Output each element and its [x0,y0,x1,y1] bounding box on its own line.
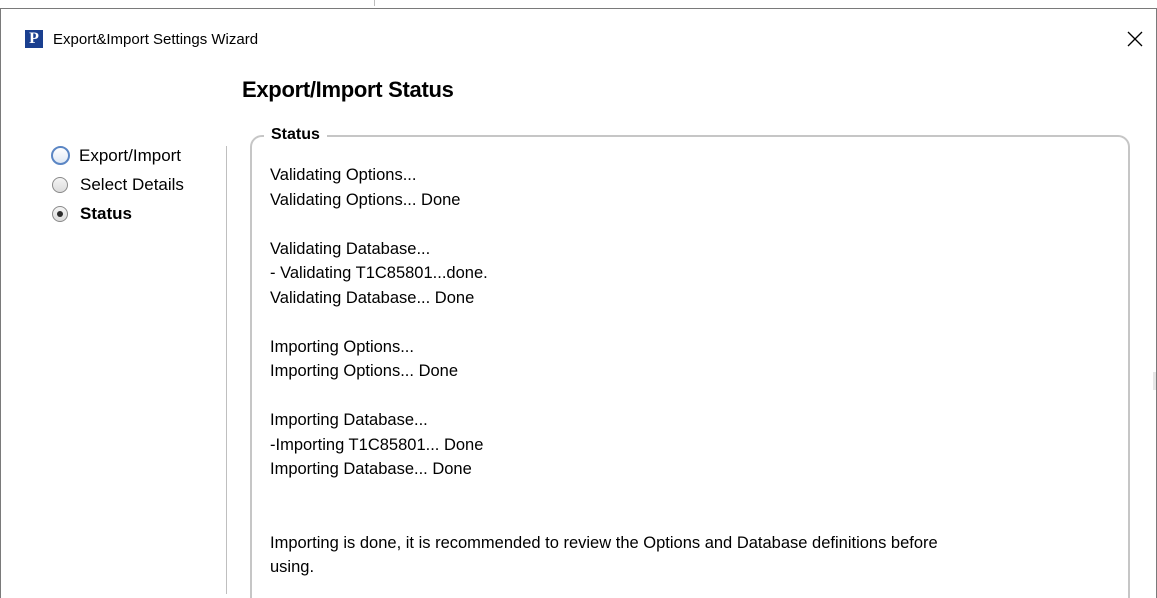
status-log: Validating Options... Validating Options.… [270,163,1108,580]
background-tick [374,0,375,6]
close-icon [1127,31,1143,47]
log-line: Importing Database... [270,411,428,429]
log-line: using. [270,558,315,576]
radio-icon[interactable] [51,146,70,165]
step-separator [226,146,227,594]
close-button[interactable] [1120,24,1150,54]
log-line: Validating Database... [270,239,431,258]
log-line: Validating Options... [270,166,417,184]
step-label: Select Details [80,174,184,194]
step-label: Status [80,203,132,223]
edge-marker [1153,372,1156,390]
log-line: Importing Options... [270,337,414,356]
radio-icon[interactable] [52,176,68,193]
background-strip [0,0,1157,9]
log-line: Importing Database... Done [270,460,472,478]
wizard-window: P Export&Import Settings Wizard Export/I… [0,9,1157,598]
step-status[interactable]: Status [51,199,184,228]
status-group: Status Validating Options... Validating O… [250,126,1130,598]
log-line: Validating Database... Done [270,288,475,307]
page-title: Export/Import Status [242,77,454,102]
wizard-steps: Export/Import Select Details Status [51,141,184,228]
log-line: Validating Options... Done [270,190,461,209]
step-export-import[interactable]: Export/Import [51,141,184,170]
log-line: -Importing T1C85801... Done [270,435,484,454]
app-icon: P [25,30,43,48]
log-line: - Validating T1C85801...done. [270,264,488,282]
log-line: Importing Options... Done [270,362,459,380]
window-title: Export&Import Settings Wizard [53,31,259,48]
step-select-details[interactable]: Select Details [51,170,184,199]
step-label: Export/Import [79,145,182,165]
title-bar[interactable]: P Export&Import Settings Wizard [1,9,1156,55]
status-legend: Status [264,126,327,144]
radio-selected-icon[interactable] [52,205,68,222]
log-line: Importing is done, it is recommended to … [270,533,938,552]
